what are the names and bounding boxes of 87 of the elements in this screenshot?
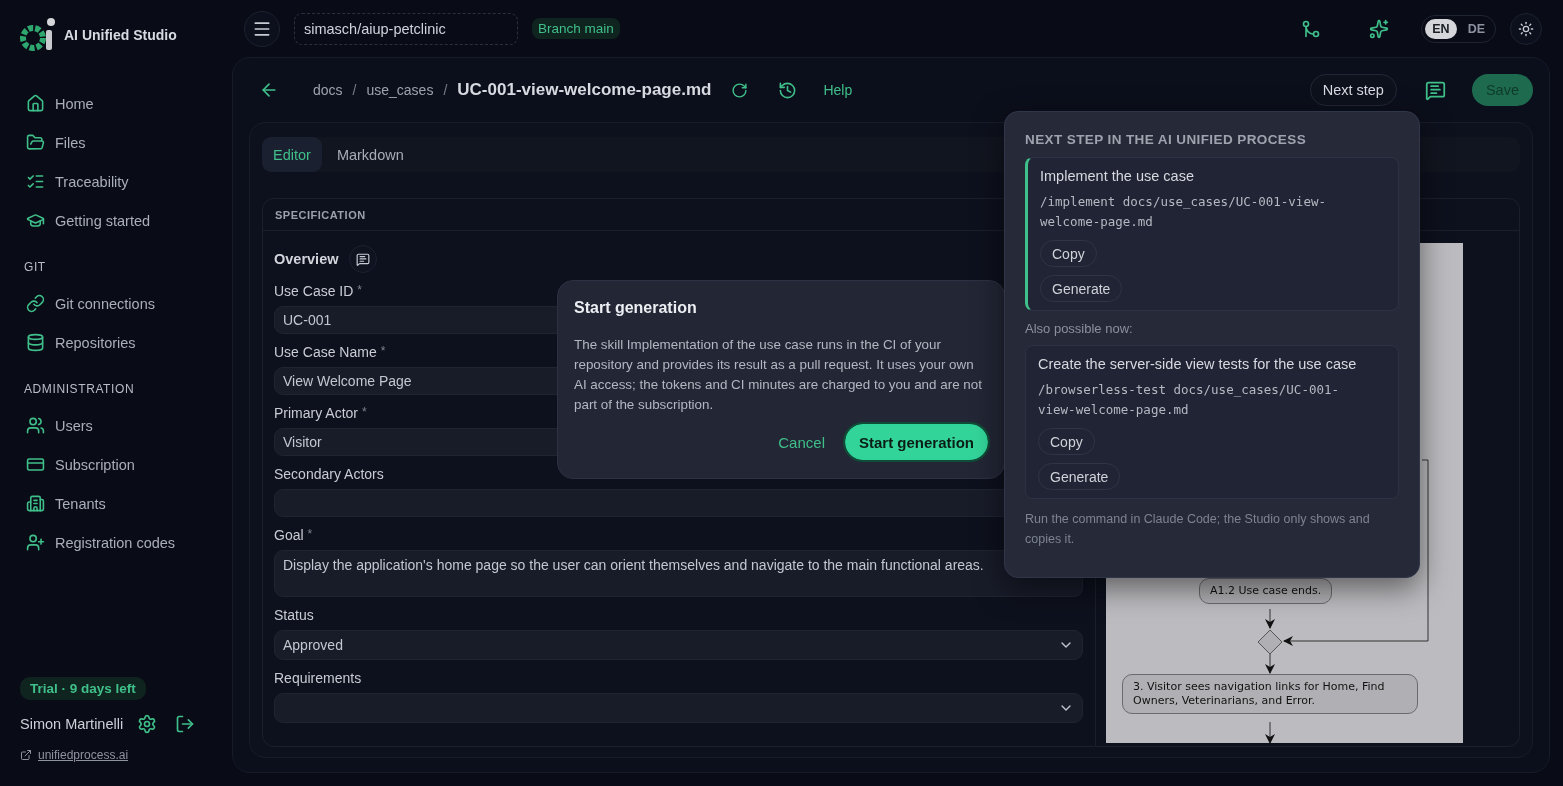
field-label: Goal xyxy=(274,527,304,544)
credit-card-icon xyxy=(26,455,45,474)
nav-item[interactable]: Repositories xyxy=(55,334,136,351)
field-label: Use Case ID xyxy=(274,283,354,300)
menu-button[interactable] xyxy=(244,10,280,47)
settings-icon[interactable] xyxy=(137,714,158,734)
nav-item[interactable]: Files xyxy=(55,134,86,151)
command-text: /implement docs/use_cases/UC-001-view-welcome-page.md xyxy=(1040,193,1327,231)
file-name: UC-001-view-welcome-page.md xyxy=(457,80,712,100)
decision-diamond xyxy=(1257,629,1283,655)
required-marker: * xyxy=(307,527,313,543)
connector-arrow xyxy=(1265,608,1275,629)
field-label: Requirements xyxy=(274,670,362,687)
required-marker: * xyxy=(357,283,363,299)
nav-item[interactable]: Git connections xyxy=(55,295,155,312)
field-label: Secondary Actors xyxy=(274,466,384,483)
section-heading: ADMINISTRATION xyxy=(24,382,136,396)
user-plus-icon xyxy=(26,533,45,552)
language-toggle[interactable]: EN xyxy=(1425,18,1457,39)
folder-icon xyxy=(26,133,45,152)
panel-heading: SPECIFICATION xyxy=(275,208,366,221)
field-label: Use Case Name xyxy=(274,344,377,361)
app-name: AI Unified Studio xyxy=(64,27,177,43)
field-label: Primary Actor xyxy=(274,405,358,422)
theme-button[interactable] xyxy=(1510,12,1542,45)
branch-badge: Branch main xyxy=(532,18,620,39)
nav-item[interactable]: Registration codes xyxy=(55,534,176,551)
user-name: Simon Martinelli xyxy=(20,716,124,732)
nav-item[interactable]: Traceability xyxy=(55,173,129,190)
nav-item[interactable]: Users xyxy=(55,417,93,434)
dialog-title: Start generation xyxy=(574,299,698,317)
select-field[interactable]: Approved xyxy=(274,630,1083,660)
language-toggle[interactable]: DE xyxy=(1460,18,1492,39)
logo-icon xyxy=(20,16,58,54)
tab[interactable]: Markdown xyxy=(325,137,415,172)
breadcrumb-separator: / xyxy=(443,82,448,98)
external-link-icon xyxy=(20,749,32,761)
breadcrumb-link[interactable]: docs xyxy=(313,82,343,98)
breadcrumb-link[interactable]: use_cases xyxy=(366,82,434,98)
field-label: Status xyxy=(274,607,314,624)
next-step-button[interactable]: Next step xyxy=(1309,74,1397,106)
required-marker: * xyxy=(362,405,367,421)
nav-item[interactable]: Home xyxy=(55,95,94,112)
step-action-button[interactable]: Copy xyxy=(1040,240,1097,267)
users-icon xyxy=(26,416,45,435)
activity-node: 3. Visitor sees navigation links for Home, Find Owners, Veterinarians, and Error. xyxy=(1122,674,1418,714)
house-icon xyxy=(26,94,45,113)
comment-icon[interactable] xyxy=(1424,79,1446,101)
repository-field[interactable]: simasch/aiup-petclinic xyxy=(294,12,518,45)
checklist-icon xyxy=(26,172,45,191)
also-possible-label: Also possible now: xyxy=(1025,321,1134,336)
start-generation-button[interactable]: Start generation xyxy=(844,424,988,460)
nav-item[interactable]: Getting started xyxy=(55,212,151,229)
section-heading: GIT xyxy=(24,260,47,274)
sun-icon xyxy=(1518,20,1534,37)
history-icon[interactable] xyxy=(778,80,798,100)
refresh-icon[interactable] xyxy=(731,81,749,99)
select-field[interactable] xyxy=(274,693,1083,723)
website-link[interactable]: unifiedprocess.ai xyxy=(38,748,129,762)
popover-title: NEXT STEP IN THE AI UNIFIED PROCESS xyxy=(1025,132,1308,147)
nav-item[interactable]: Subscription xyxy=(55,456,135,473)
building-icon xyxy=(26,494,45,513)
step-title: Create the server-side view tests for the use case xyxy=(1038,356,1357,372)
step-action-button[interactable]: Generate xyxy=(1038,463,1121,490)
cancel-button[interactable]: Cancel xyxy=(772,432,831,452)
section-title: Overview xyxy=(274,251,339,267)
database-icon xyxy=(26,333,45,352)
link-icon xyxy=(26,294,45,313)
dialog-message: The skill Implementation of the use case runs in the CI of your repository and provides its result as a pull request. It uses your own AI access; the tokens and CI minutes are charged to you and are not part of the subscription. xyxy=(574,336,983,414)
graduation-cap-icon xyxy=(26,211,45,230)
breadcrumb-separator: / xyxy=(352,82,357,98)
required-marker: * xyxy=(380,344,386,360)
trial-badge: Trial · 9 days left xyxy=(20,677,146,700)
help-link[interactable]: Help xyxy=(823,82,853,98)
connector-arrow xyxy=(1265,721,1275,743)
logout-icon[interactable] xyxy=(175,714,196,734)
tab[interactable]: Editor xyxy=(262,137,322,172)
step-action-button[interactable]: Copy xyxy=(1038,428,1095,455)
nav-item[interactable]: Tenants xyxy=(55,495,106,512)
text-area[interactable]: Display the application's home page so the user can orient themselves and navigate to the main functional areas. xyxy=(274,550,1083,597)
step-title: Implement the use case xyxy=(1040,168,1194,184)
step-action-button[interactable]: Generate xyxy=(1040,275,1123,302)
comment-button[interactable] xyxy=(348,245,377,273)
popover-note: Run the command in Claude Code; the Studio only shows and copies it. xyxy=(1025,511,1371,548)
connector-arrow xyxy=(1265,653,1275,674)
activity-node: A1.2 Use case ends. xyxy=(1199,578,1333,604)
command-text: /browserless-test docs/use_cases/UC-001-view-welcome-page.md xyxy=(1038,381,1341,419)
